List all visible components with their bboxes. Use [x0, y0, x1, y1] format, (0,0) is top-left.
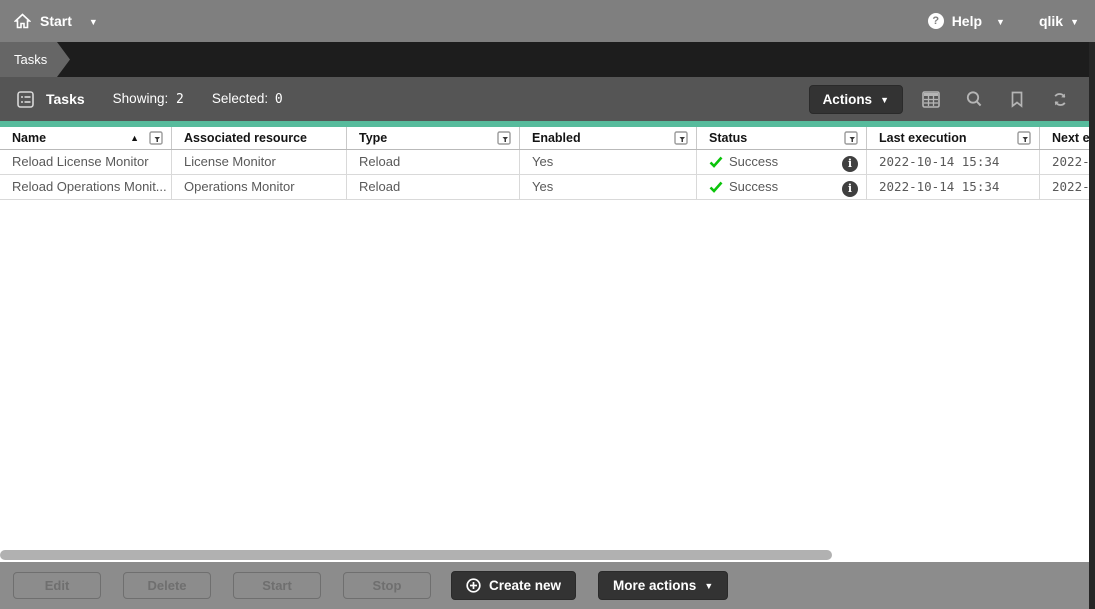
selected-count: Selected: 0 — [211, 91, 283, 107]
status-text: Success — [729, 154, 779, 169]
create-new-label: Create new — [489, 578, 562, 593]
cell-last-execution: 2022-10-14 15:34 — [867, 175, 1040, 199]
column-label: Next ex — [1052, 131, 1089, 145]
breadcrumb: Tasks — [0, 42, 1095, 77]
table-row[interactable]: Reload Operations Monit... Operations Mo… — [0, 175, 1089, 200]
tasks-table: Name ▲ Associated resource Type Enabled — [0, 127, 1089, 200]
help-icon: ? — [927, 13, 944, 29]
help-menu[interactable]: ? Help ▼ — [927, 13, 1005, 29]
column-label: Last execution — [879, 131, 967, 145]
chevron-down-icon: ▼ — [88, 16, 98, 27]
column-label: Associated resource — [184, 131, 307, 145]
column-label: Status — [709, 131, 748, 145]
column-selector-icon[interactable] — [909, 84, 952, 114]
info-icon[interactable]: i — [842, 181, 858, 197]
chevron-down-icon: ▼ — [704, 581, 714, 591]
search-icon[interactable] — [952, 84, 995, 114]
table-row[interactable]: Reload License Monitor License Monitor R… — [0, 150, 1089, 175]
breadcrumb-tab-tasks[interactable]: Tasks — [0, 42, 70, 77]
info-icon[interactable]: i — [842, 156, 858, 172]
create-new-button[interactable]: Create new — [451, 571, 577, 600]
cell-status: Success i — [697, 150, 867, 174]
table-header-row: Name ▲ Associated resource Type Enabled — [0, 127, 1089, 150]
actions-button[interactable]: Actions ▼ — [808, 84, 903, 114]
column-header-enabled[interactable]: Enabled — [520, 127, 697, 149]
status-text: Success — [729, 179, 779, 194]
cell-type: Reload — [347, 175, 520, 199]
delete-button[interactable]: Delete — [123, 572, 211, 599]
chevron-down-icon: ▼ — [880, 94, 889, 105]
chevron-down-icon: ▼ — [1070, 16, 1079, 27]
selected-value: 0 — [274, 92, 283, 107]
column-header-name[interactable]: Name ▲ — [0, 127, 172, 149]
showing-count: Showing: 2 — [112, 91, 184, 107]
filter-icon[interactable] — [844, 131, 858, 145]
help-label: Help — [951, 13, 983, 29]
cell-enabled: Yes — [520, 150, 697, 174]
right-edge-strip — [1089, 42, 1095, 609]
start-button[interactable]: Start — [233, 572, 321, 599]
cell-name: Reload Operations Monit... — [0, 175, 172, 199]
start-label: Start — [40, 13, 72, 29]
column-header-next-execution[interactable]: Next ex — [1040, 127, 1089, 149]
tasks-toolbar: Tasks Showing: 2 Selected: 0 Actions ▼ — [0, 77, 1089, 121]
showing-value: 2 — [175, 92, 184, 107]
cell-type: Reload — [347, 150, 520, 174]
filter-icon[interactable] — [497, 131, 511, 145]
top-navigation-bar: Start ▼ ? Help ▼ qlik ▼ — [0, 0, 1095, 42]
cell-resource: License Monitor — [172, 150, 347, 174]
success-check-icon — [709, 156, 723, 168]
plus-circle-icon — [466, 578, 481, 593]
column-header-type[interactable]: Type — [347, 127, 520, 149]
cell-status: Success i — [697, 175, 867, 199]
column-label: Enabled — [532, 131, 581, 145]
column-header-associated-resource[interactable]: Associated resource — [172, 127, 347, 149]
column-label: Type — [359, 131, 388, 145]
more-actions-button[interactable]: More actions ▼ — [598, 571, 729, 600]
filter-icon[interactable] — [149, 131, 163, 145]
cell-resource: Operations Monitor — [172, 175, 347, 199]
cell-last-execution: 2022-10-14 15:34 — [867, 150, 1040, 174]
footer-action-bar: Edit Delete Start Stop Create new More a… — [0, 562, 1089, 609]
filter-icon[interactable] — [674, 131, 688, 145]
horizontal-scrollbar-thumb[interactable] — [0, 550, 832, 560]
refresh-icon[interactable] — [1038, 84, 1081, 114]
more-actions-label: More actions — [613, 578, 697, 593]
column-label: Name — [12, 131, 47, 145]
cell-enabled: Yes — [520, 175, 697, 199]
start-menu[interactable]: Start ▼ — [0, 13, 98, 29]
bookmark-icon[interactable] — [995, 84, 1038, 114]
tasks-list-icon — [17, 90, 34, 108]
horizontal-scrollbar[interactable] — [0, 546, 1089, 562]
cell-next-execution: 2022-1 — [1052, 154, 1089, 169]
cell-next-execution: 2022-1 — [1052, 179, 1089, 194]
stop-button[interactable]: Stop — [343, 572, 431, 599]
user-label: qlik — [1038, 13, 1064, 29]
actions-button-label: Actions — [822, 91, 873, 107]
breadcrumb-label: Tasks — [14, 52, 48, 67]
page-title: Tasks — [46, 91, 85, 107]
chevron-down-icon: ▼ — [996, 16, 1005, 27]
column-header-last-execution[interactable]: Last execution — [867, 127, 1040, 149]
home-icon — [14, 13, 31, 29]
column-header-status[interactable]: Status — [697, 127, 867, 149]
sort-ascending-icon: ▲ — [130, 133, 139, 143]
filter-icon[interactable] — [1017, 131, 1031, 145]
success-check-icon — [709, 181, 723, 193]
cell-name: Reload License Monitor — [0, 150, 172, 174]
user-menu[interactable]: qlik ▼ — [1039, 13, 1079, 29]
edit-button[interactable]: Edit — [13, 572, 101, 599]
